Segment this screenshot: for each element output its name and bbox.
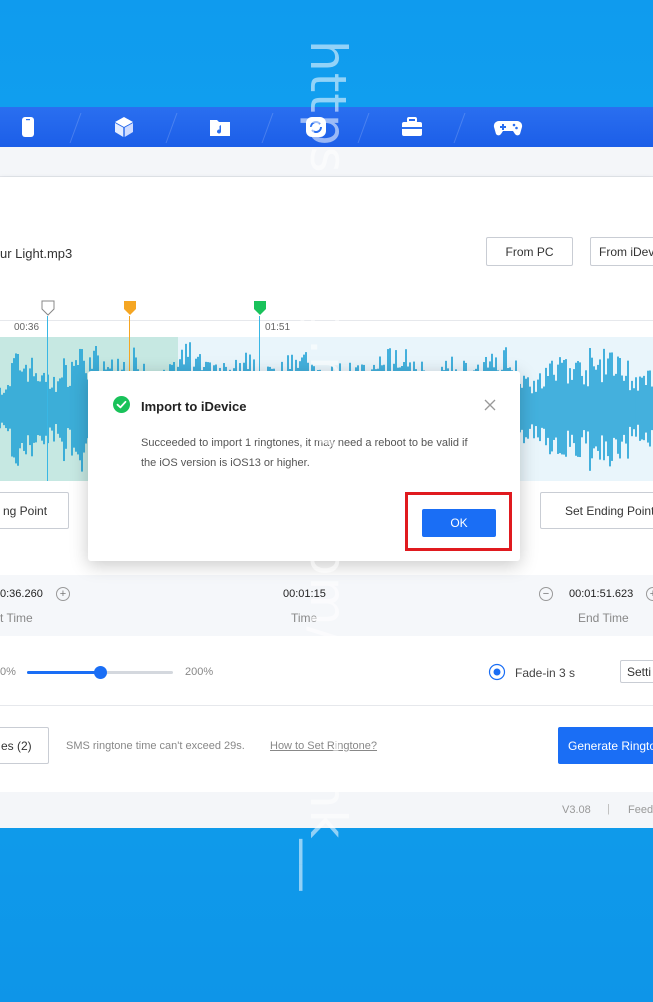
from-idevice-button[interactable]: From iDev bbox=[590, 237, 653, 266]
dialog-message: Succeeded to import 1 ringtones, it may … bbox=[141, 437, 468, 469]
end-marker-icon[interactable] bbox=[253, 300, 267, 318]
success-check-icon bbox=[113, 396, 130, 413]
window-header bbox=[0, 147, 653, 177]
start-time-plus-icon[interactable]: + bbox=[56, 587, 70, 601]
sync-icon bbox=[306, 117, 326, 137]
tab-games[interactable] bbox=[460, 107, 556, 147]
end-time-label: End Time bbox=[578, 611, 629, 625]
ok-button-highlight-box bbox=[405, 492, 512, 551]
close-icon[interactable] bbox=[484, 399, 496, 411]
tab-toolkit[interactable] bbox=[76, 107, 172, 147]
time-settings-row: 0:36.260 + t Time 00:01:15 Time − 00:01:… bbox=[0, 575, 653, 636]
start-time-value[interactable]: 0:36.260 bbox=[0, 588, 43, 600]
feedback-link[interactable]: Feed bbox=[628, 804, 653, 816]
section-divider bbox=[0, 705, 653, 706]
music-folder-icon bbox=[210, 120, 230, 136]
end-time-plus-icon[interactable]: + bbox=[646, 587, 653, 601]
tab-backup[interactable] bbox=[268, 107, 364, 147]
version-label: V3.08 bbox=[562, 804, 591, 816]
tab-device[interactable] bbox=[0, 107, 76, 147]
start-marker-icon[interactable] bbox=[41, 300, 55, 318]
end-timestamp: 01:51 bbox=[265, 322, 291, 333]
fade-in-radio-icon[interactable] bbox=[488, 663, 506, 681]
phone-icon bbox=[22, 117, 34, 137]
sms-note: SMS ringtone time can't exceed 29s. bbox=[66, 740, 245, 752]
set-starting-point-button[interactable]: ng Point bbox=[0, 492, 69, 529]
status-bar: V3.08 | Feed bbox=[0, 792, 653, 828]
generate-ringtone-button[interactable]: Generate Ringto bbox=[558, 727, 653, 764]
end-time-value[interactable]: 00:01:51.623 bbox=[569, 588, 633, 600]
status-separator: | bbox=[607, 803, 610, 815]
start-timestamp: 00:36 bbox=[14, 322, 40, 333]
duration-value: 00:01:15 bbox=[283, 588, 326, 600]
gamepad-icon bbox=[493, 120, 523, 136]
volume-min-label: 0% bbox=[0, 666, 16, 678]
start-line bbox=[47, 316, 48, 481]
tab-tools[interactable] bbox=[364, 107, 460, 147]
end-time-minus-icon[interactable]: − bbox=[539, 587, 553, 601]
how-to-set-ringtone-link[interactable]: How to Set Ringtone? bbox=[270, 740, 377, 752]
app-toolbar bbox=[0, 107, 653, 147]
timeline-ruler bbox=[0, 320, 653, 321]
settings-button[interactable]: Setti bbox=[620, 660, 653, 683]
tab-ringtone[interactable] bbox=[172, 107, 268, 147]
start-time-label: t Time bbox=[0, 611, 33, 625]
volume-slider[interactable] bbox=[27, 666, 173, 679]
ringtones-list-button[interactable]: es (2) bbox=[0, 727, 49, 764]
from-pc-button[interactable]: From PC bbox=[486, 237, 573, 266]
fade-in-label: Fade-in 3 s bbox=[515, 666, 576, 680]
set-ending-point-button[interactable]: Set Ending Point bbox=[540, 492, 653, 529]
playhead-marker-icon[interactable] bbox=[123, 300, 137, 318]
dialog-title: Import to iDevice bbox=[141, 399, 247, 414]
duration-label: Time bbox=[291, 611, 318, 625]
volume-slider-thumb[interactable] bbox=[94, 666, 107, 679]
volume-slider-fill bbox=[27, 671, 100, 674]
volume-max-label: 200% bbox=[185, 666, 214, 678]
toolbox-icon bbox=[402, 117, 422, 136]
audio-file-name: ur Light.mp3 bbox=[0, 246, 73, 261]
cube-icon bbox=[115, 117, 133, 137]
